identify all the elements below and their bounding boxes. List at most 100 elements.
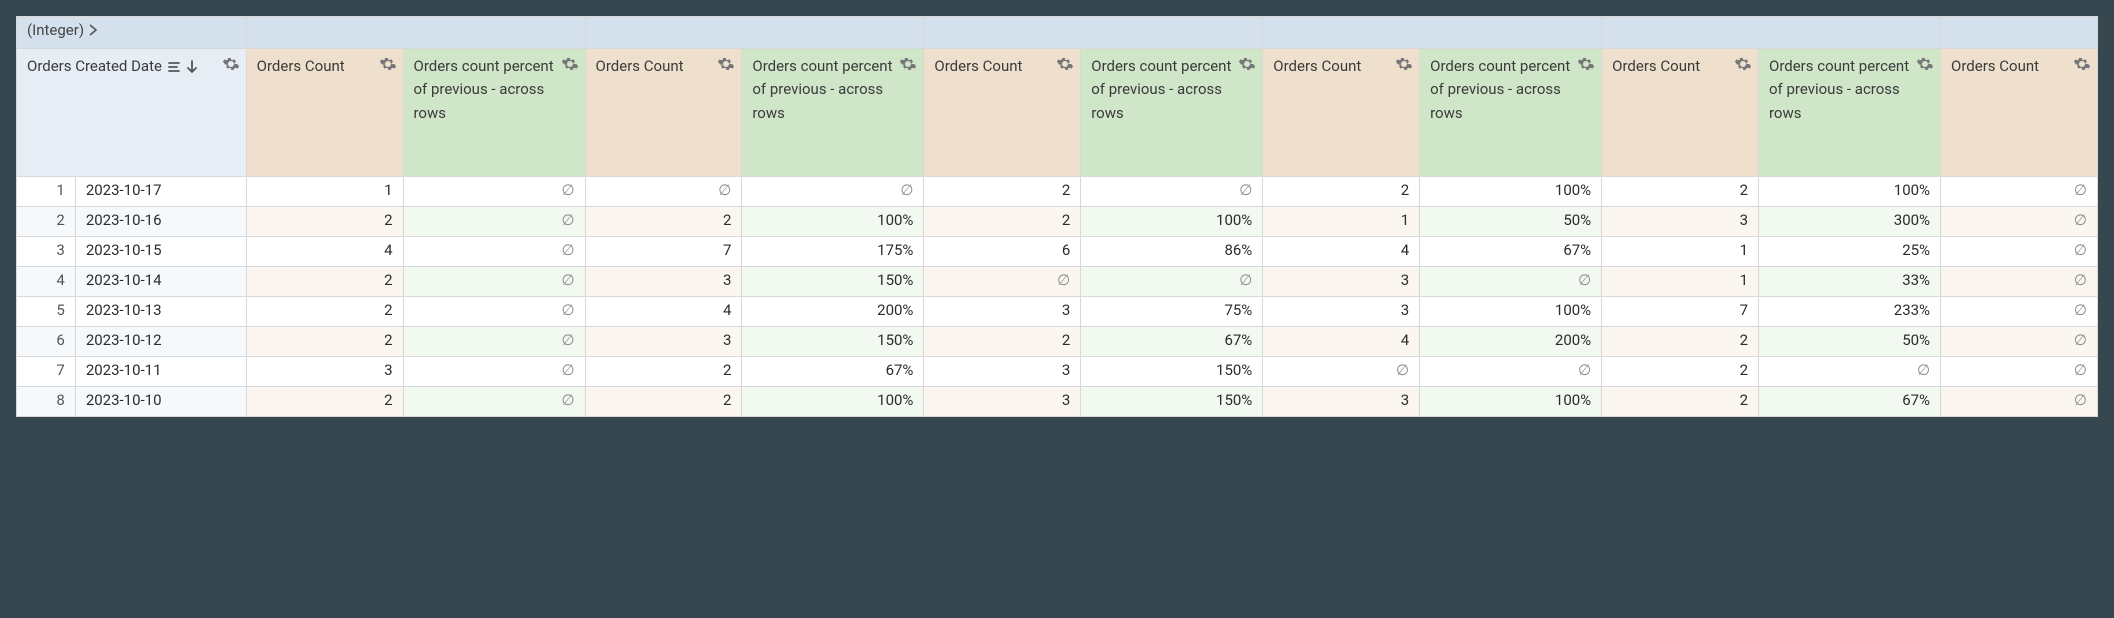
table-cell[interactable]: 3 xyxy=(1602,207,1759,237)
table-cell[interactable]: ∅ xyxy=(1941,387,2098,417)
table-cell[interactable]: ∅ xyxy=(1941,357,2098,387)
table-cell[interactable]: ∅ xyxy=(1420,357,1602,387)
gear-icon[interactable] xyxy=(1734,55,1752,73)
table-cell[interactable]: ∅ xyxy=(585,177,742,207)
gear-icon[interactable] xyxy=(1577,55,1595,73)
table-cell[interactable]: 86% xyxy=(1081,237,1263,267)
gear-icon[interactable] xyxy=(899,55,917,73)
gear-icon[interactable] xyxy=(1238,55,1256,73)
table-cell[interactable]: 3 xyxy=(1263,387,1420,417)
table-cell[interactable]: 233% xyxy=(1759,297,1941,327)
gear-icon[interactable] xyxy=(222,55,240,73)
table-cell[interactable]: 7 xyxy=(1602,297,1759,327)
table-cell[interactable]: ∅ xyxy=(1420,267,1602,297)
table-cell[interactable]: 100% xyxy=(742,387,924,417)
table-cell[interactable]: 33% xyxy=(1759,267,1941,297)
table-cell[interactable]: 2023-10-10 xyxy=(75,387,246,417)
table-cell[interactable]: 2023-10-11 xyxy=(75,357,246,387)
table-cell[interactable]: 150% xyxy=(742,327,924,357)
table-cell[interactable]: 150% xyxy=(1081,357,1263,387)
table-cell[interactable]: 2 xyxy=(585,387,742,417)
column-header-count[interactable]: Orders Count xyxy=(585,49,742,177)
table-cell[interactable]: 2 xyxy=(246,207,403,237)
column-header-pct[interactable]: Orders count percent of previous - acros… xyxy=(1420,49,1602,177)
table-cell[interactable]: 150% xyxy=(1081,387,1263,417)
column-header-count[interactable]: Orders Count xyxy=(924,49,1081,177)
table-cell[interactable]: 175% xyxy=(742,237,924,267)
table-cell[interactable]: ∅ xyxy=(742,177,924,207)
gear-icon[interactable] xyxy=(561,55,579,73)
table-cell[interactable]: 2 xyxy=(246,297,403,327)
table-cell[interactable]: ∅ xyxy=(1081,177,1263,207)
table-cell[interactable]: ∅ xyxy=(1941,207,2098,237)
table-cell[interactable]: ∅ xyxy=(403,267,585,297)
table-cell[interactable]: 6 xyxy=(924,237,1081,267)
gear-icon[interactable] xyxy=(1395,55,1413,73)
table-cell[interactable]: 3 xyxy=(1263,297,1420,327)
table-cell[interactable]: ∅ xyxy=(1941,297,2098,327)
gear-icon[interactable] xyxy=(2073,55,2091,73)
table-cell[interactable]: 1 xyxy=(1602,237,1759,267)
table-cell[interactable]: 7 xyxy=(585,237,742,267)
table-cell[interactable]: 3 xyxy=(924,387,1081,417)
gear-icon[interactable] xyxy=(1056,55,1074,73)
table-cell[interactable]: 3 xyxy=(585,327,742,357)
table-cell[interactable]: 100% xyxy=(742,207,924,237)
column-header-pct[interactable]: Orders count percent of previous - acros… xyxy=(1759,49,1941,177)
table-cell[interactable]: ∅ xyxy=(1941,327,2098,357)
table-cell[interactable]: 2023-10-15 xyxy=(75,237,246,267)
table-cell[interactable]: ∅ xyxy=(403,237,585,267)
table-cell[interactable]: ∅ xyxy=(403,327,585,357)
column-header-pct[interactable]: Orders count percent of previous - acros… xyxy=(403,49,585,177)
table-cell[interactable]: 2023-10-16 xyxy=(75,207,246,237)
table-cell[interactable]: 4 xyxy=(246,237,403,267)
table-cell[interactable]: 1 xyxy=(1263,207,1420,237)
table-cell[interactable]: 3 xyxy=(585,267,742,297)
table-cell[interactable]: 100% xyxy=(1420,387,1602,417)
table-cell[interactable]: 2023-10-17 xyxy=(75,177,246,207)
table-cell[interactable]: 2 xyxy=(1602,387,1759,417)
table-cell[interactable]: 50% xyxy=(1420,207,1602,237)
table-cell[interactable]: ∅ xyxy=(1941,267,2098,297)
column-header-count[interactable]: Orders Count xyxy=(246,49,403,177)
table-cell[interactable]: 25% xyxy=(1759,237,1941,267)
table-cell[interactable]: 2 xyxy=(1602,177,1759,207)
table-cell[interactable]: 1 xyxy=(1602,267,1759,297)
table-cell[interactable]: 3 xyxy=(1263,267,1420,297)
table-cell[interactable]: 1 xyxy=(246,177,403,207)
table-cell[interactable]: 150% xyxy=(742,267,924,297)
table-cell[interactable]: 2 xyxy=(924,207,1081,237)
table-cell[interactable]: 4 xyxy=(585,297,742,327)
table-cell[interactable]: 3 xyxy=(924,297,1081,327)
table-cell[interactable]: 67% xyxy=(1420,237,1602,267)
table-cell[interactable]: ∅ xyxy=(403,297,585,327)
column-header-date[interactable]: Orders Created Date xyxy=(17,49,247,177)
table-cell[interactable]: ∅ xyxy=(403,207,585,237)
table-cell[interactable]: 4 xyxy=(1263,327,1420,357)
gear-icon[interactable] xyxy=(379,55,397,73)
table-cell[interactable]: ∅ xyxy=(403,387,585,417)
table-cell[interactable]: 200% xyxy=(1420,327,1602,357)
table-cell[interactable]: 50% xyxy=(1759,327,1941,357)
column-header-count[interactable]: Orders Count xyxy=(1263,49,1420,177)
table-cell[interactable]: 4 xyxy=(1263,237,1420,267)
table-cell[interactable]: ∅ xyxy=(1941,177,2098,207)
table-cell[interactable]: 2 xyxy=(246,267,403,297)
column-header-count[interactable]: Orders Count xyxy=(1941,49,2098,177)
table-cell[interactable]: 3 xyxy=(924,357,1081,387)
table-cell[interactable]: 2023-10-14 xyxy=(75,267,246,297)
table-cell[interactable]: 2 xyxy=(1263,177,1420,207)
table-cell[interactable]: 2 xyxy=(1602,357,1759,387)
column-header-pct[interactable]: Orders count percent of previous - acros… xyxy=(742,49,924,177)
table-cell[interactable]: 2023-10-13 xyxy=(75,297,246,327)
column-header-count[interactable]: Orders Count xyxy=(1602,49,1759,177)
table-cell[interactable]: 2 xyxy=(1602,327,1759,357)
pivot-group-header[interactable] xyxy=(585,17,924,49)
table-cell[interactable]: 100% xyxy=(1420,177,1602,207)
table-cell[interactable]: 2 xyxy=(924,177,1081,207)
table-cell[interactable]: 67% xyxy=(742,357,924,387)
pivot-group-header[interactable] xyxy=(246,17,585,49)
gear-icon[interactable] xyxy=(1916,55,1934,73)
table-cell[interactable]: 2023-10-12 xyxy=(75,327,246,357)
table-cell[interactable]: 100% xyxy=(1420,297,1602,327)
